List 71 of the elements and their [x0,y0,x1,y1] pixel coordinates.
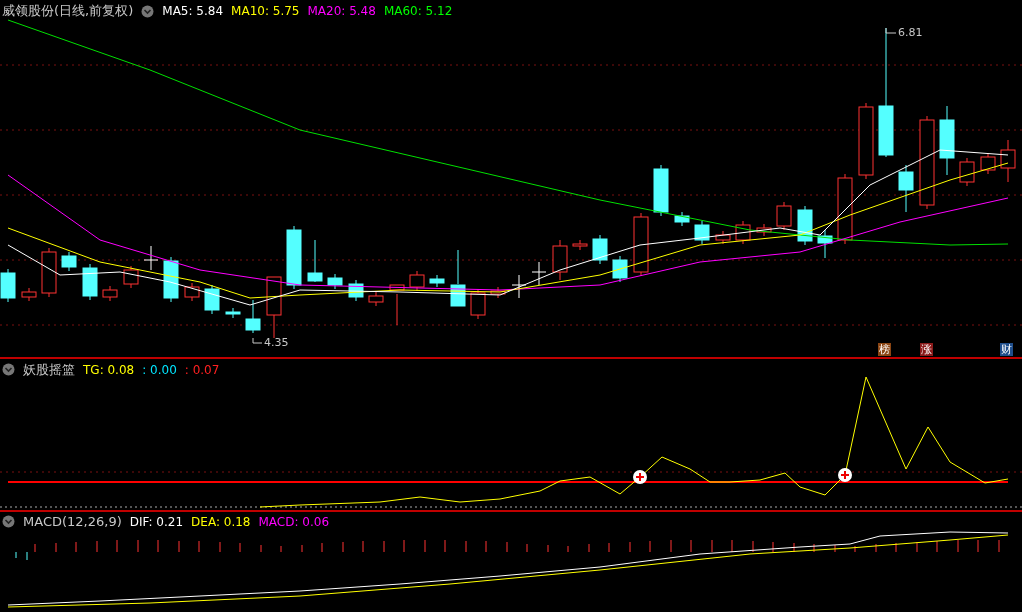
candlestick [286,225,302,290]
indicator-title: 妖股摇篮 [23,360,75,379]
candlestick [450,249,466,307]
indicator-value: MA5: 5.84 [162,4,224,18]
candlestick [552,239,568,281]
candlestick [817,229,833,259]
candlestick [1000,139,1016,183]
indicator-value: DEA: 0.18 [191,514,251,529]
indicator-title: MACD(12,26,9) [23,514,122,530]
candlestick [612,255,628,283]
candlestick [674,211,690,227]
candlestick [511,274,527,299]
candlestick [82,263,98,301]
candlestick [694,220,710,245]
indicator-value: TG: 0.08 [83,362,135,377]
candlestick [0,268,16,303]
badge[interactable]: 财 [1000,342,1013,356]
candlestick [898,164,914,213]
indicator-value: MACD: 0.06 [258,514,329,529]
candlestick [266,276,282,339]
candlestick [735,220,751,245]
candlestick [21,287,37,302]
candlestick [572,239,588,251]
candlestick [980,152,996,175]
chart-title: 威领股份(日线,前复权) [2,2,134,20]
indicator-value: DIF: 0.21 [129,514,184,529]
indicator-value: : 0.07 [184,362,220,377]
badge[interactable]: 榜 [878,342,891,356]
price-label: 6.81 [898,26,923,39]
candlestick [184,282,200,302]
dropdown-icon[interactable] [2,363,15,377]
candlestick [633,212,649,277]
plus-marker-icon [633,469,647,484]
badge[interactable]: 涨 [920,342,933,356]
candlestick [429,274,445,288]
candlestick [204,284,220,315]
indicator-value: MA20: 5.48 [307,4,376,18]
candlestick [470,288,486,320]
candlestick [368,291,384,307]
dropdown-icon[interactable] [2,515,15,529]
candlestick [102,285,118,302]
price-label: 4.35 [264,336,289,349]
candlestick [409,270,425,292]
candlestick [797,205,813,246]
candlestick [143,245,159,271]
leader-line [252,337,263,344]
candlestick [959,157,975,187]
candlestick [837,173,853,245]
indicator-value: MA10: 5.75 [231,4,300,18]
indicator-value: MA60: 5.12 [383,4,453,18]
candlestick [307,239,323,283]
candlestick [531,261,547,286]
candlestick [245,299,261,334]
candlestick [41,247,57,298]
candlestick [653,164,669,217]
candlestick [123,265,139,289]
plus-marker-icon [838,467,852,482]
candlestick [776,201,792,231]
candlestick [389,284,405,326]
candlestick [348,279,364,302]
leader-line [885,27,897,34]
candlestick [225,307,241,319]
candlestick [939,105,955,176]
candlestick [756,223,772,237]
candlestick [592,234,608,265]
dropdown-icon[interactable] [141,4,155,18]
candlestick [327,273,343,290]
candlestick [715,230,731,245]
candlestick [490,286,506,299]
candlestick [61,251,77,272]
indicator-value: : 0.00 [142,362,177,377]
